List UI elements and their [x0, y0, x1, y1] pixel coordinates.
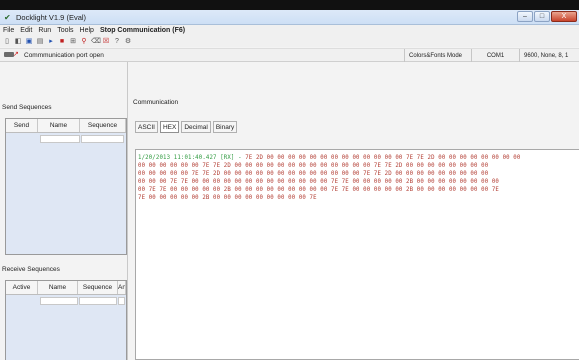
col-answer[interactable]: Answ	[118, 281, 126, 294]
receive-table-header: Active Name Sequence Answ	[6, 281, 126, 295]
port-settings: 9600, None, 8, 1	[519, 49, 579, 63]
title-bar: ✔ Docklight V1.9 (Eval) – □ X	[0, 10, 579, 25]
send-sequence-cell[interactable]	[81, 135, 124, 143]
log-line: 00 00 00 00 00 00 7E 7E 2D 00 00 00 00 0…	[138, 163, 489, 169]
col-send[interactable]: Send	[6, 119, 38, 132]
log-data: 7E 2D 00 00 00 00 00 00 00 00 00 00 00 0…	[245, 155, 521, 161]
window-controls: – □ X	[517, 11, 577, 22]
print-preview-icon[interactable]: ⚙	[124, 38, 132, 46]
port-status-text: Commmunication port open	[24, 51, 104, 59]
play-icon[interactable]: ▸	[47, 38, 55, 46]
open-icon[interactable]: ◧	[14, 38, 22, 46]
format-tabs: ASCII HEX Decimal Binary	[135, 121, 238, 133]
menu-edit[interactable]: Edit	[20, 27, 32, 34]
com-port: COM1	[471, 49, 519, 63]
col-name[interactable]: Name	[38, 119, 80, 132]
print-icon[interactable]: ▤	[36, 38, 44, 46]
toolbar: ▯ ◧ ▣ ▤ ▸ ■ ⊞ ⚲ ⌫ ☒ ? ⚙	[0, 36, 579, 47]
screen-top-edge	[0, 0, 579, 10]
port-plug-icon: ↗	[4, 51, 20, 59]
clear-icon[interactable]: ⌫	[91, 38, 101, 46]
options-icon[interactable]: ?	[113, 38, 121, 46]
stop-icon[interactable]: ■	[58, 38, 66, 46]
send-table-header: Send Name Sequence	[6, 119, 126, 133]
receive-answer-cell[interactable]	[118, 297, 125, 305]
log-timestamp: 1/20/2013 11:01:40.427 [RX] -	[138, 155, 246, 161]
menu-tools[interactable]: Tools	[57, 27, 73, 34]
log-line: 00 00 00 00 00 7E 7E 2D 00 00 00 00 00 0…	[138, 171, 489, 177]
log-line: 7E 00 00 00 00 00 2B 00 00 00 00 00 00 0…	[138, 195, 317, 201]
send-sequences-table[interactable]: Send Name Sequence	[5, 118, 127, 255]
tab-hex[interactable]: HEX	[159, 121, 180, 133]
app-check-icon: ✔	[4, 12, 11, 22]
menu-stop-communication[interactable]: Stop Communication (F6)	[100, 27, 185, 34]
receive-sequences-table[interactable]: Active Name Sequence Answ	[5, 280, 127, 360]
communication-label: Communication	[133, 99, 179, 106]
col-active[interactable]: Active	[6, 281, 38, 294]
tab-binary[interactable]: Binary	[212, 121, 238, 133]
docklight-window: ✔ Docklight V1.9 (Eval) – □ X File Edit …	[0, 0, 579, 360]
receive-sequence-cell[interactable]	[79, 297, 117, 305]
status-fields: Colors&Fonts Mode COM1 9600, None, 8, 1	[404, 49, 579, 63]
maximize-button[interactable]: □	[534, 11, 550, 22]
minimize-button[interactable]: –	[517, 11, 533, 22]
log-line: 00 7E 7E 00 00 00 00 00 2B 00 00 00 00 0…	[138, 187, 499, 193]
receive-table-row[interactable]	[6, 295, 126, 305]
status-bar: ↗ Commmunication port open Colors&Fonts …	[0, 48, 579, 63]
save-icon[interactable]: ▣	[25, 38, 33, 46]
communication-pane: Communication ASCII HEX Decimal Binary 1…	[130, 62, 579, 360]
close-button[interactable]: X	[551, 11, 577, 22]
receive-sequences-label: Receive Sequences	[2, 266, 60, 273]
settings-icon[interactable]: ⊞	[69, 38, 77, 46]
col-name[interactable]: Name	[38, 281, 78, 294]
sequences-pane: Send Sequences Send Name Sequence Receiv…	[0, 62, 128, 360]
tab-decimal[interactable]: Decimal	[181, 121, 211, 133]
log-line: 00 00 00 7E 7E 00 00 00 00 00 00 00 00 0…	[138, 179, 499, 185]
col-sequence[interactable]: Sequence	[78, 281, 118, 294]
send-name-cell[interactable]	[40, 135, 80, 143]
send-table-row[interactable]	[6, 133, 126, 143]
tab-ascii[interactable]: ASCII	[135, 121, 158, 133]
search-icon[interactable]: ⚲	[80, 38, 88, 46]
send-sequences-label: Send Sequences	[2, 104, 52, 111]
receive-name-cell[interactable]	[40, 297, 78, 305]
new-file-icon[interactable]: ▯	[3, 38, 11, 46]
menu-file[interactable]: File	[3, 27, 14, 34]
menu-bar: File Edit Run Tools Help Stop Communicat…	[0, 25, 579, 36]
window-title: Docklight V1.9 (Eval)	[16, 12, 87, 22]
communication-log[interactable]: 1/20/2013 11:01:40.427 [RX] - 7E 2D 00 0…	[135, 149, 579, 360]
menu-run[interactable]: Run	[38, 27, 51, 34]
help-icon[interactable]: ☒	[102, 38, 110, 46]
menu-help[interactable]: Help	[80, 27, 94, 34]
colors-fonts-mode: Colors&Fonts Mode	[404, 49, 471, 63]
col-sequence[interactable]: Sequence	[80, 119, 126, 132]
log-line: 1/20/2013 11:01:40.427 [RX] - 7E 2D 00 0…	[138, 155, 520, 161]
